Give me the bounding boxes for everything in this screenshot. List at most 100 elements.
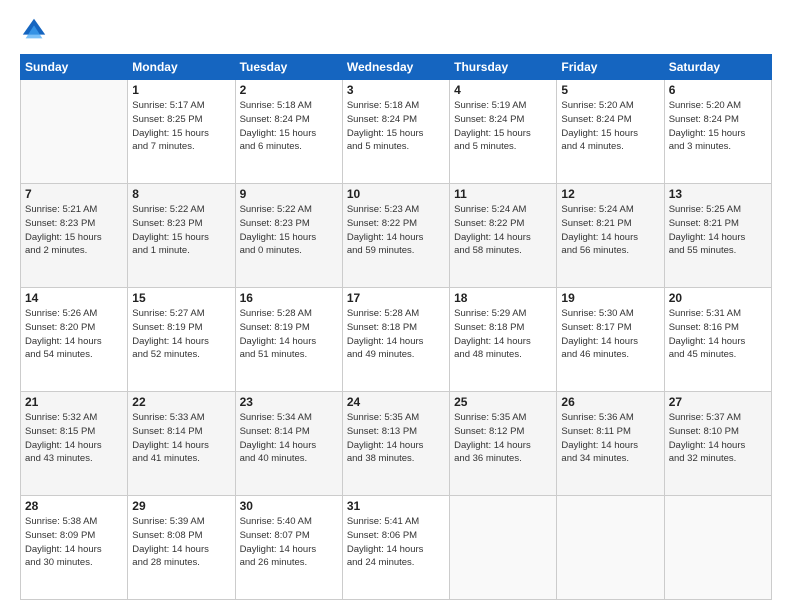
calendar-cell: 9 Sunrise: 5:22 AMSunset: 8:23 PMDaylight… [235,184,342,288]
calendar-cell: 17 Sunrise: 5:28 AMSunset: 8:18 PMDayligh… [342,288,449,392]
calendar-cell [450,496,557,600]
day-info: Sunrise: 5:36 AMSunset: 8:11 PMDaylight:… [561,411,659,466]
day-info: Sunrise: 5:34 AMSunset: 8:14 PMDaylight:… [240,411,338,466]
day-number: 25 [454,395,552,409]
calendar-week-row: 14 Sunrise: 5:26 AMSunset: 8:20 PMDayligh… [21,288,772,392]
day-info: Sunrise: 5:33 AMSunset: 8:14 PMDaylight:… [132,411,230,466]
calendar-cell: 30 Sunrise: 5:40 AMSunset: 8:07 PMDayligh… [235,496,342,600]
day-info: Sunrise: 5:23 AMSunset: 8:22 PMDaylight:… [347,203,445,258]
calendar-cell: 2Sunrise: 5:18 AMSunset: 8:24 PMDaylight… [235,80,342,184]
day-info: Sunrise: 5:22 AMSunset: 8:23 PMDaylight:… [240,203,338,258]
day-info: Sunrise: 5:21 AMSunset: 8:23 PMDaylight:… [25,203,123,258]
calendar-cell [21,80,128,184]
calendar-header-wednesday: Wednesday [342,55,449,80]
day-info: Sunrise: 5:28 AMSunset: 8:18 PMDaylight:… [347,307,445,362]
calendar-header-tuesday: Tuesday [235,55,342,80]
day-info: Sunrise: 5:24 AMSunset: 8:22 PMDaylight:… [454,203,552,258]
day-number: 12 [561,187,659,201]
day-number: 11 [454,187,552,201]
calendar-cell: 7 Sunrise: 5:21 AMSunset: 8:23 PMDaylight… [21,184,128,288]
calendar-week-row: 21 Sunrise: 5:32 AMSunset: 8:15 PMDayligh… [21,392,772,496]
calendar-cell [557,496,664,600]
day-info: Sunrise: 5:22 AMSunset: 8:23 PMDaylight:… [132,203,230,258]
day-info: Sunrise: 5:18 AMSunset: 8:24 PMDaylight:… [240,99,338,154]
day-number: 3 [347,83,445,97]
day-info: Sunrise: 5:38 AMSunset: 8:09 PMDaylight:… [25,515,123,570]
day-number: 27 [669,395,767,409]
day-info: Sunrise: 5:27 AMSunset: 8:19 PMDaylight:… [132,307,230,362]
calendar-cell: 27 Sunrise: 5:37 AMSunset: 8:10 PMDayligh… [664,392,771,496]
calendar-cell: 10 Sunrise: 5:23 AMSunset: 8:22 PMDayligh… [342,184,449,288]
calendar-cell: 25Sunrise: 5:35 AMSunset: 8:12 PMDayligh… [450,392,557,496]
calendar-cell: 20 Sunrise: 5:31 AMSunset: 8:16 PMDayligh… [664,288,771,392]
day-number: 21 [25,395,123,409]
calendar-cell: 29 Sunrise: 5:39 AMSunset: 8:08 PMDayligh… [128,496,235,600]
day-info: Sunrise: 5:32 AMSunset: 8:15 PMDaylight:… [25,411,123,466]
calendar-cell: 12 Sunrise: 5:24 AMSunset: 8:21 PMDayligh… [557,184,664,288]
day-info: Sunrise: 5:17 AMSunset: 8:25 PMDaylight:… [132,99,230,154]
calendar-cell: 22 Sunrise: 5:33 AMSunset: 8:14 PMDayligh… [128,392,235,496]
day-number: 19 [561,291,659,305]
day-number: 17 [347,291,445,305]
day-number: 1 [132,83,230,97]
day-number: 28 [25,499,123,513]
day-number: 29 [132,499,230,513]
day-number: 26 [561,395,659,409]
calendar-cell: 13 Sunrise: 5:25 AMSunset: 8:21 PMDayligh… [664,184,771,288]
day-number: 13 [669,187,767,201]
calendar-cell: 15 Sunrise: 5:27 AMSunset: 8:19 PMDayligh… [128,288,235,392]
day-info: Sunrise: 5:28 AMSunset: 8:19 PMDaylight:… [240,307,338,362]
calendar-cell [664,496,771,600]
day-info: Sunrise: 5:20 AMSunset: 8:24 PMDaylight:… [669,99,767,154]
calendar-cell: 14 Sunrise: 5:26 AMSunset: 8:20 PMDayligh… [21,288,128,392]
calendar-cell: 26 Sunrise: 5:36 AMSunset: 8:11 PMDayligh… [557,392,664,496]
day-info: Sunrise: 5:20 AMSunset: 8:24 PMDaylight:… [561,99,659,154]
day-number: 8 [132,187,230,201]
day-number: 9 [240,187,338,201]
day-number: 14 [25,291,123,305]
day-info: Sunrise: 5:40 AMSunset: 8:07 PMDaylight:… [240,515,338,570]
day-number: 16 [240,291,338,305]
day-number: 31 [347,499,445,513]
calendar-header-monday: Monday [128,55,235,80]
day-number: 15 [132,291,230,305]
day-info: Sunrise: 5:26 AMSunset: 8:20 PMDaylight:… [25,307,123,362]
day-number: 10 [347,187,445,201]
day-info: Sunrise: 5:30 AMSunset: 8:17 PMDaylight:… [561,307,659,362]
calendar-cell: 5Sunrise: 5:20 AMSunset: 8:24 PMDaylight… [557,80,664,184]
calendar-cell: 31Sunrise: 5:41 AMSunset: 8:06 PMDayligh… [342,496,449,600]
day-info: Sunrise: 5:29 AMSunset: 8:18 PMDaylight:… [454,307,552,362]
day-number: 7 [25,187,123,201]
calendar-cell: 23Sunrise: 5:34 AMSunset: 8:14 PMDayligh… [235,392,342,496]
day-number: 18 [454,291,552,305]
calendar-header-saturday: Saturday [664,55,771,80]
day-number: 4 [454,83,552,97]
day-info: Sunrise: 5:24 AMSunset: 8:21 PMDaylight:… [561,203,659,258]
calendar-cell: 18 Sunrise: 5:29 AMSunset: 8:18 PMDayligh… [450,288,557,392]
header [20,16,772,44]
calendar-cell: 16 Sunrise: 5:28 AMSunset: 8:19 PMDayligh… [235,288,342,392]
day-info: Sunrise: 5:18 AMSunset: 8:24 PMDaylight:… [347,99,445,154]
calendar-header-sunday: Sunday [21,55,128,80]
calendar-week-row: 7 Sunrise: 5:21 AMSunset: 8:23 PMDaylight… [21,184,772,288]
calendar-cell: 28 Sunrise: 5:38 AMSunset: 8:09 PMDayligh… [21,496,128,600]
day-number: 6 [669,83,767,97]
day-number: 24 [347,395,445,409]
day-info: Sunrise: 5:39 AMSunset: 8:08 PMDaylight:… [132,515,230,570]
day-info: Sunrise: 5:31 AMSunset: 8:16 PMDaylight:… [669,307,767,362]
calendar-header-thursday: Thursday [450,55,557,80]
logo [20,16,52,44]
day-number: 20 [669,291,767,305]
page: SundayMondayTuesdayWednesdayThursdayFrid… [0,0,792,612]
calendar-cell: 4Sunrise: 5:19 AMSunset: 8:24 PMDaylight… [450,80,557,184]
day-info: Sunrise: 5:25 AMSunset: 8:21 PMDaylight:… [669,203,767,258]
day-info: Sunrise: 5:37 AMSunset: 8:10 PMDaylight:… [669,411,767,466]
calendar-header-row: SundayMondayTuesdayWednesdayThursdayFrid… [21,55,772,80]
day-number: 30 [240,499,338,513]
day-number: 22 [132,395,230,409]
calendar-header-friday: Friday [557,55,664,80]
calendar-cell: 24Sunrise: 5:35 AMSunset: 8:13 PMDayligh… [342,392,449,496]
calendar-cell: 6 Sunrise: 5:20 AMSunset: 8:24 PMDaylight… [664,80,771,184]
calendar-table: SundayMondayTuesdayWednesdayThursdayFrid… [20,54,772,600]
calendar-week-row: 1 Sunrise: 5:17 AMSunset: 8:25 PMDaylight… [21,80,772,184]
